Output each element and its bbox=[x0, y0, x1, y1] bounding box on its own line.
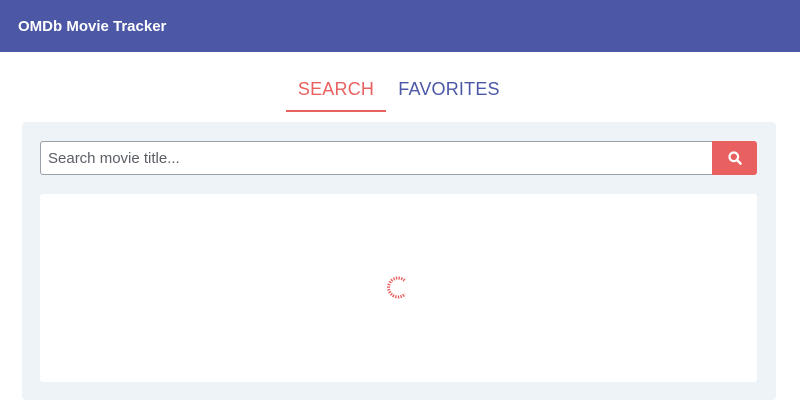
search-input[interactable] bbox=[40, 141, 712, 175]
tab-favorites[interactable]: FAVORITES bbox=[396, 74, 502, 112]
search-bar bbox=[40, 141, 757, 175]
app-title: OMDb Movie Tracker bbox=[18, 17, 167, 35]
results-area bbox=[40, 194, 757, 382]
tab-search[interactable]: SEARCH bbox=[286, 74, 386, 112]
tab-bar: SEARCH FAVORITES bbox=[0, 52, 800, 122]
search-button[interactable] bbox=[712, 141, 757, 175]
loading-spinner-icon bbox=[387, 276, 407, 299]
app-header: OMDb Movie Tracker bbox=[0, 0, 800, 52]
search-icon bbox=[727, 151, 742, 165]
search-panel bbox=[22, 122, 776, 400]
